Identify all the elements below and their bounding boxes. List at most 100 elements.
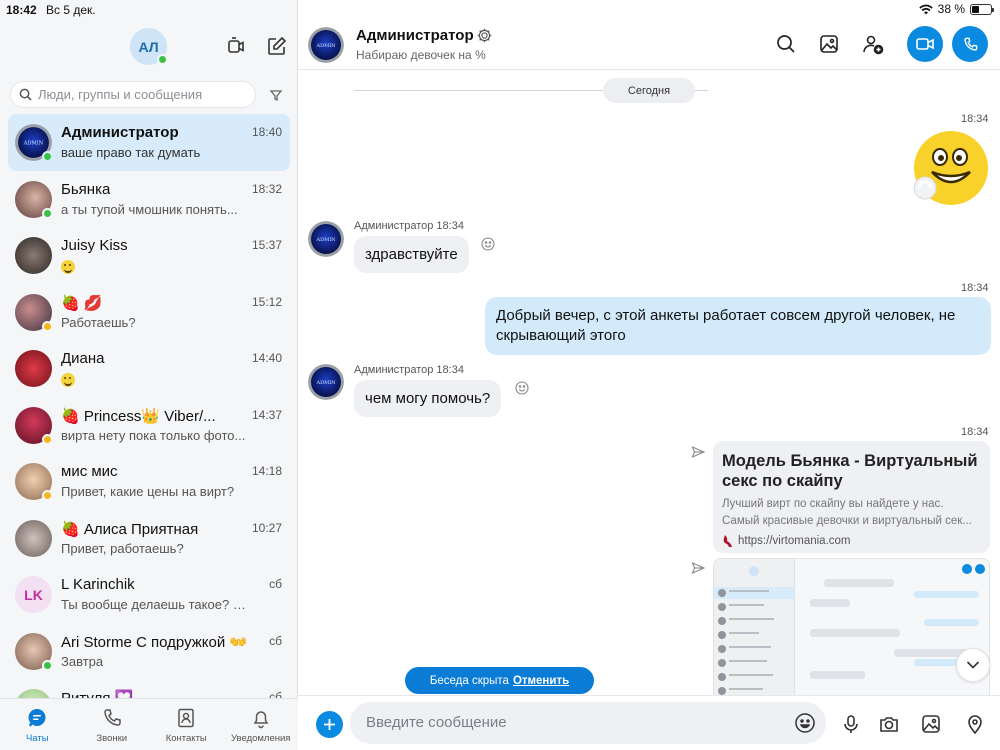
add-attachment-button[interactable]	[316, 711, 343, 738]
chat-item[interactable]: LK L Karinchik сб Ты вообще делаешь тако…	[0, 566, 298, 623]
chat-preview: Привет, работаешь?	[61, 540, 184, 556]
nav-calls[interactable]: Звонки	[75, 699, 150, 750]
message-bubble-incoming[interactable]: чем могу помочь?	[354, 380, 502, 417]
message-area[interactable]: Сегодня 18:34 ADMIN Администратор 18:34 …	[298, 71, 1000, 695]
battery-icon	[970, 3, 994, 15]
chat-name: Диана	[61, 350, 105, 367]
toast-undo-link[interactable]: Отменить	[513, 675, 569, 687]
message-composer	[298, 695, 1000, 750]
chat-item[interactable]: мис мис 14:18 Привет, какие цены на вирт…	[0, 453, 298, 510]
chat-item[interactable]: 🍓 💋 15:12 Работаешь?	[0, 284, 298, 341]
chat-avatar	[15, 463, 53, 501]
chat-icon	[28, 709, 46, 727]
bottom-nav: Чаты Звонки Контакты Уведомления	[0, 698, 298, 750]
chat-list-panel: АЛ ADMIN Администратор 18:40 ваше право …	[0, 0, 298, 750]
nav-notifications[interactable]: Уведомления	[224, 699, 299, 750]
presence-dot	[42, 207, 53, 219]
chat-item-administrator[interactable]: ADMIN Администратор 18:40 ваше право так…	[8, 114, 290, 171]
laughing-emoji-icon[interactable]	[913, 130, 989, 206]
nav-contacts[interactable]: Контакты	[149, 699, 224, 750]
emoji-icon[interactable]	[794, 712, 816, 734]
grin-emoji-icon	[61, 372, 75, 387]
chat-time: 15:37	[251, 238, 282, 252]
search-icon	[19, 88, 32, 101]
nav-label: Контакты	[165, 733, 207, 744]
message-time: 18:34	[961, 282, 989, 294]
conversation-title[interactable]: Администратор	[356, 27, 474, 44]
link-preview-url: https://virtomania.com	[738, 535, 851, 547]
admin-logo-text: ADMIN	[315, 380, 336, 386]
wifi-icon	[918, 4, 933, 14]
chat-preview: ваше право так думать	[61, 145, 201, 160]
chat-item[interactable]: 🍓 Princess👑 Viber/... 14:37 вирта нету п…	[0, 397, 298, 454]
link-preview-description: Лучший вирт по скайпу вы найдете у нас. …	[722, 496, 981, 530]
admin-logo-text: ADMIN	[315, 237, 336, 243]
camera-icon[interactable]	[878, 713, 900, 735]
chat-time: сб	[269, 633, 282, 648]
conversation-subtitle: Набираю девочек на %	[356, 48, 486, 62]
chat-avatar	[15, 293, 53, 332]
gallery-icon[interactable]	[817, 32, 841, 56]
message-bubble-outgoing[interactable]: Добрый вечер, с этой анкеты работает сов…	[485, 297, 991, 355]
nav-chats[interactable]: Чаты	[0, 699, 75, 750]
video-camera-icon	[916, 38, 934, 50]
chat-preview	[61, 371, 75, 387]
message-sender: Администратор 18:34	[354, 220, 464, 232]
message-bubble-incoming[interactable]: здравствуйте	[354, 236, 469, 273]
message-input-wrapper[interactable]	[350, 702, 826, 744]
search-icon[interactable]	[774, 32, 798, 56]
chat-time: 14:18	[251, 464, 282, 478]
chat-item[interactable]: Диана 14:40	[0, 340, 298, 397]
microphone-icon[interactable]	[840, 713, 862, 735]
presence-dot	[42, 320, 53, 332]
filter-icon[interactable]	[269, 88, 283, 102]
presence-dot	[42, 490, 53, 501]
conversation-avatar[interactable]: ADMIN	[308, 27, 344, 63]
link-preview-url-row[interactable]: https://virtomania.com	[722, 534, 981, 548]
video-call-button[interactable]	[907, 26, 943, 62]
chat-avatar	[15, 406, 53, 445]
chat-name: 🍓 Princess👑 Viber/...	[61, 407, 216, 425]
status-right: 38 %	[918, 2, 994, 16]
status-date: Вс 5 дек.	[46, 3, 96, 17]
my-presence-dot	[157, 54, 168, 65]
chat-item[interactable]: Ритуля 💟 сб	[0, 679, 298, 698]
add-reaction-icon[interactable]	[481, 237, 495, 251]
chat-avatar-initials: LK	[15, 576, 52, 613]
my-avatar[interactable]: АЛ	[130, 28, 168, 65]
chat-time: 10:27	[251, 520, 282, 535]
chat-avatar	[15, 180, 53, 219]
scroll-to-bottom-button[interactable]	[956, 648, 990, 682]
image-icon[interactable]	[920, 713, 942, 735]
meet-now-icon[interactable]	[224, 34, 248, 58]
chat-preview: Ты вообще делаешь такое? Есл...	[61, 597, 251, 612]
search-input[interactable]	[38, 87, 238, 102]
add-reaction-icon[interactable]	[515, 381, 529, 395]
presence-dot	[42, 659, 53, 671]
image-attachment[interactable]	[713, 558, 990, 695]
message-input[interactable]	[366, 714, 786, 731]
battery-percent: 38 %	[937, 2, 965, 16]
new-chat-icon[interactable]	[265, 34, 289, 58]
sender-avatar[interactable]: ADMIN	[308, 221, 344, 257]
chat-item[interactable]: Ari Storme С подружкой 👐 сб Завтра	[0, 623, 298, 680]
admin-logo-text: ADMIN	[315, 43, 336, 49]
gear-icon[interactable]	[476, 27, 493, 44]
link-preview-card[interactable]: Модель Бьянка - Виртуальный секс по скай…	[713, 441, 990, 553]
chat-item[interactable]: Juisy Kiss 15:37	[0, 227, 298, 284]
conversation-panel: ADMIN Администратор Набираю девочек на %…	[298, 0, 1000, 750]
chat-item[interactable]: 🍓 Алиса Приятная 10:27 Привет, работаешь…	[0, 510, 298, 567]
chat-name: 🍓 Алиса Приятная	[61, 520, 199, 538]
plus-icon	[324, 719, 335, 730]
chat-preview: вирта нету пока только фото...	[61, 427, 246, 443]
location-icon[interactable]	[964, 713, 986, 735]
search-box[interactable]	[10, 81, 256, 108]
battery-fill	[972, 5, 979, 13]
sender-avatar[interactable]: ADMIN	[308, 364, 344, 400]
chat-avatar	[15, 519, 52, 557]
chat-avatar	[15, 237, 52, 274]
add-participant-icon[interactable]	[861, 32, 885, 56]
chat-time: 15:12	[251, 294, 282, 309]
chat-item[interactable]: Бьянка 18:32 а ты тупой чмошник понять..…	[0, 171, 298, 228]
audio-call-button[interactable]	[952, 26, 988, 62]
